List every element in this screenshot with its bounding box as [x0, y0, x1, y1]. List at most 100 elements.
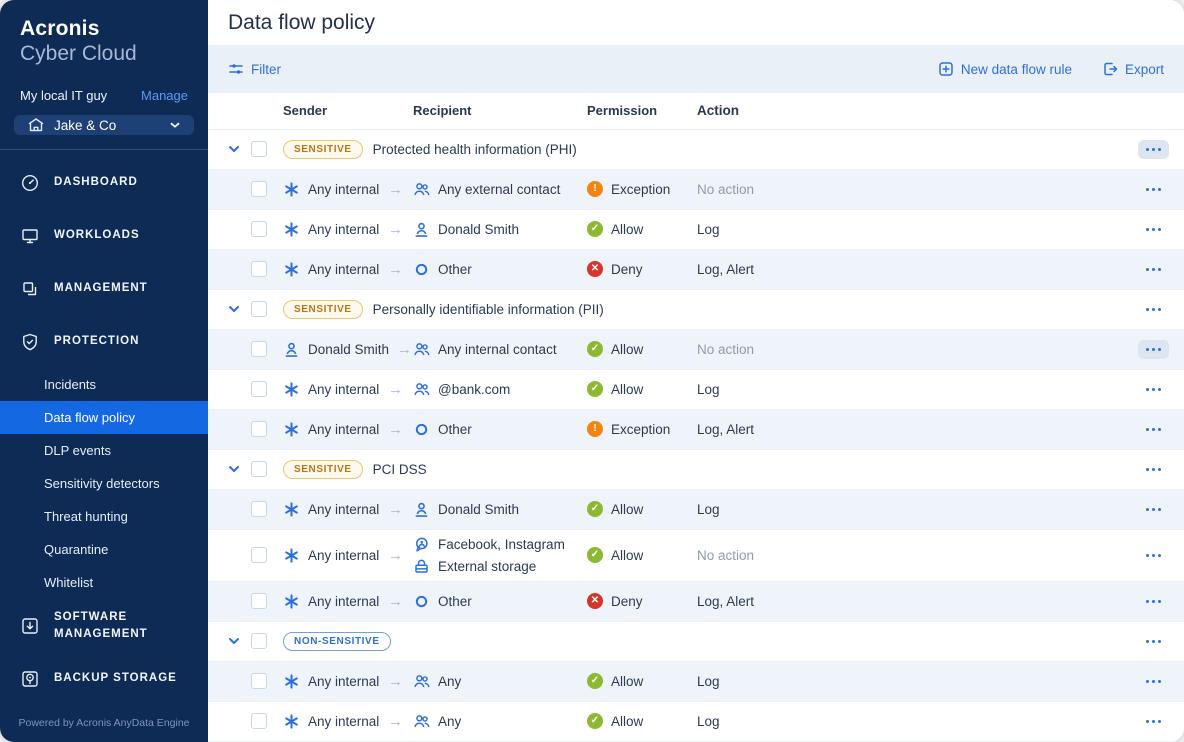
- row-menu-button[interactable]: [1137, 139, 1169, 159]
- sidebar-item-sensitivity-detectors[interactable]: Sensitivity detectors: [0, 467, 208, 500]
- chevron-down-icon[interactable]: [226, 461, 242, 477]
- row-checkbox[interactable]: [251, 341, 267, 358]
- sidebar-item-label: DASHBOARD: [54, 176, 138, 189]
- rule-row-menu: [1122, 180, 1184, 199]
- recipient-label: Any: [438, 673, 462, 689]
- manage-link[interactable]: Manage: [141, 88, 188, 103]
- sender-cell: Any internal →: [283, 181, 413, 198]
- sender-cell: Any internal →: [283, 673, 413, 690]
- sidebar-item-workloads[interactable]: WORKLOADS: [0, 209, 208, 262]
- sidebar-item-dashboard[interactable]: DASHBOARD: [0, 156, 208, 209]
- row-checkbox[interactable]: [251, 381, 267, 398]
- row-menu-button[interactable]: [1138, 220, 1169, 239]
- sidebar-item-backup-storage[interactable]: BACKUP STORAGE: [0, 652, 208, 705]
- rule-row-controls: [208, 381, 283, 398]
- row-menu-button[interactable]: [1138, 300, 1169, 319]
- row-checkbox[interactable]: [251, 421, 267, 438]
- filter-button[interactable]: Filter: [228, 61, 281, 77]
- sidebar-item-quarantine[interactable]: Quarantine: [0, 533, 208, 566]
- row-checkbox[interactable]: [251, 221, 267, 238]
- permission-allow-icon: ✓: [587, 341, 603, 358]
- row-checkbox[interactable]: [251, 713, 267, 730]
- policy-rule-row: Any internal → Other ! Exception Log, Al…: [208, 409, 1184, 450]
- row-checkbox[interactable]: [251, 501, 267, 518]
- rule-row-menu: [1122, 339, 1184, 359]
- permission-label: Allow: [611, 547, 644, 563]
- row-checkbox[interactable]: [251, 633, 267, 650]
- row-menu-button[interactable]: [1138, 180, 1169, 199]
- row-checkbox[interactable]: [251, 461, 267, 478]
- permission-cell: ✓ Allow: [587, 673, 697, 690]
- chevron-down-icon[interactable]: [226, 301, 242, 317]
- sender-label: Any internal: [308, 181, 380, 197]
- chevron-down-icon[interactable]: [226, 633, 242, 649]
- sidebar-item-management[interactable]: MANAGEMENT: [0, 262, 208, 315]
- permission-label: Allow: [611, 673, 644, 689]
- row-checkbox[interactable]: [251, 181, 267, 198]
- brand-logo: Acronis Cyber Cloud: [0, 0, 208, 72]
- row-menu-button[interactable]: [1138, 592, 1169, 611]
- policy-group-row: NON-SENSITIVE: [208, 621, 1184, 662]
- policy-rule-row: Any internal → Facebook, Instagram Extern…: [208, 529, 1184, 582]
- sidebar-item-whitelist[interactable]: Whitelist: [0, 566, 208, 599]
- recipient-entry: @bank.com: [413, 381, 587, 398]
- row-checkbox[interactable]: [251, 593, 267, 610]
- other-icon: [413, 593, 430, 610]
- other-icon: [413, 261, 430, 278]
- export-button[interactable]: Export: [1102, 61, 1164, 77]
- row-checkbox[interactable]: [251, 673, 267, 690]
- permission-cell: ! Exception: [587, 421, 697, 438]
- action-cell: Log, Alert: [697, 421, 755, 437]
- group-title: Protected health information (PHI): [372, 141, 577, 157]
- row-menu-button[interactable]: [1138, 632, 1169, 651]
- sender-cell: Donald Smith →: [283, 341, 413, 358]
- row-menu-button[interactable]: [1138, 420, 1169, 439]
- sidebar-item-software-management[interactable]: SOFTWARE MANAGEMENT: [0, 599, 208, 652]
- sidebar-item-incidents[interactable]: Incidents: [0, 368, 208, 401]
- recipient-entry: Other: [413, 261, 587, 278]
- sender-cell: Any internal →: [283, 221, 413, 238]
- any-icon: [283, 261, 300, 278]
- row-menu-button[interactable]: [1138, 672, 1169, 691]
- arrow-right-icon: →: [397, 340, 413, 358]
- row-menu-button[interactable]: [1138, 712, 1169, 731]
- sidebar-item-threat-hunting[interactable]: Threat hunting: [0, 500, 208, 533]
- sidebar-item-protection[interactable]: PROTECTION: [0, 315, 208, 368]
- sidebar-item-dlp-events[interactable]: DLP events: [0, 434, 208, 467]
- policy-group-row: SENSITIVE PCI DSS: [208, 449, 1184, 490]
- row-checkbox[interactable]: [251, 141, 267, 158]
- row-menu-button[interactable]: [1138, 500, 1169, 519]
- sidebar-item-label: MANAGEMENT: [54, 282, 148, 295]
- sidebar-item-data-flow-policy[interactable]: Data flow policy: [0, 401, 208, 435]
- sensitivity-badge: SENSITIVE: [283, 459, 363, 479]
- rule-row-menu: [1122, 546, 1184, 565]
- row-checkbox[interactable]: [251, 261, 267, 278]
- row-checkbox[interactable]: [251, 301, 267, 318]
- people-icon: [413, 341, 430, 358]
- account-name: My local IT guy: [20, 88, 108, 104]
- chevron-down-icon[interactable]: [226, 141, 242, 157]
- row-checkbox[interactable]: [251, 547, 267, 564]
- monitor-icon: [20, 226, 40, 246]
- row-menu-button[interactable]: [1138, 546, 1169, 565]
- squares-icon: [20, 279, 40, 299]
- any-icon: [283, 547, 300, 564]
- sender-label: Any internal: [308, 381, 380, 397]
- row-menu-button[interactable]: [1137, 339, 1169, 359]
- permission-label: Deny: [611, 261, 643, 277]
- row-menu-button[interactable]: [1138, 260, 1169, 279]
- arrow-right-icon: →: [388, 420, 403, 438]
- sender-cell: Any internal →: [283, 381, 413, 398]
- rule-row-menu: [1122, 260, 1184, 279]
- row-menu-button[interactable]: [1138, 460, 1169, 479]
- sender-cell: Any internal →: [283, 713, 413, 730]
- group-row-main: SENSITIVE Personally identifiable inform…: [283, 299, 1122, 319]
- tenant-selector[interactable]: Jake & Co: [14, 115, 194, 136]
- row-menu-button[interactable]: [1138, 380, 1169, 399]
- recipient-label: Any: [438, 713, 462, 729]
- rule-row-menu: [1122, 672, 1184, 691]
- permission-exception-icon: !: [587, 181, 603, 198]
- new-data-flow-rule-button[interactable]: New data flow rule: [938, 61, 1072, 77]
